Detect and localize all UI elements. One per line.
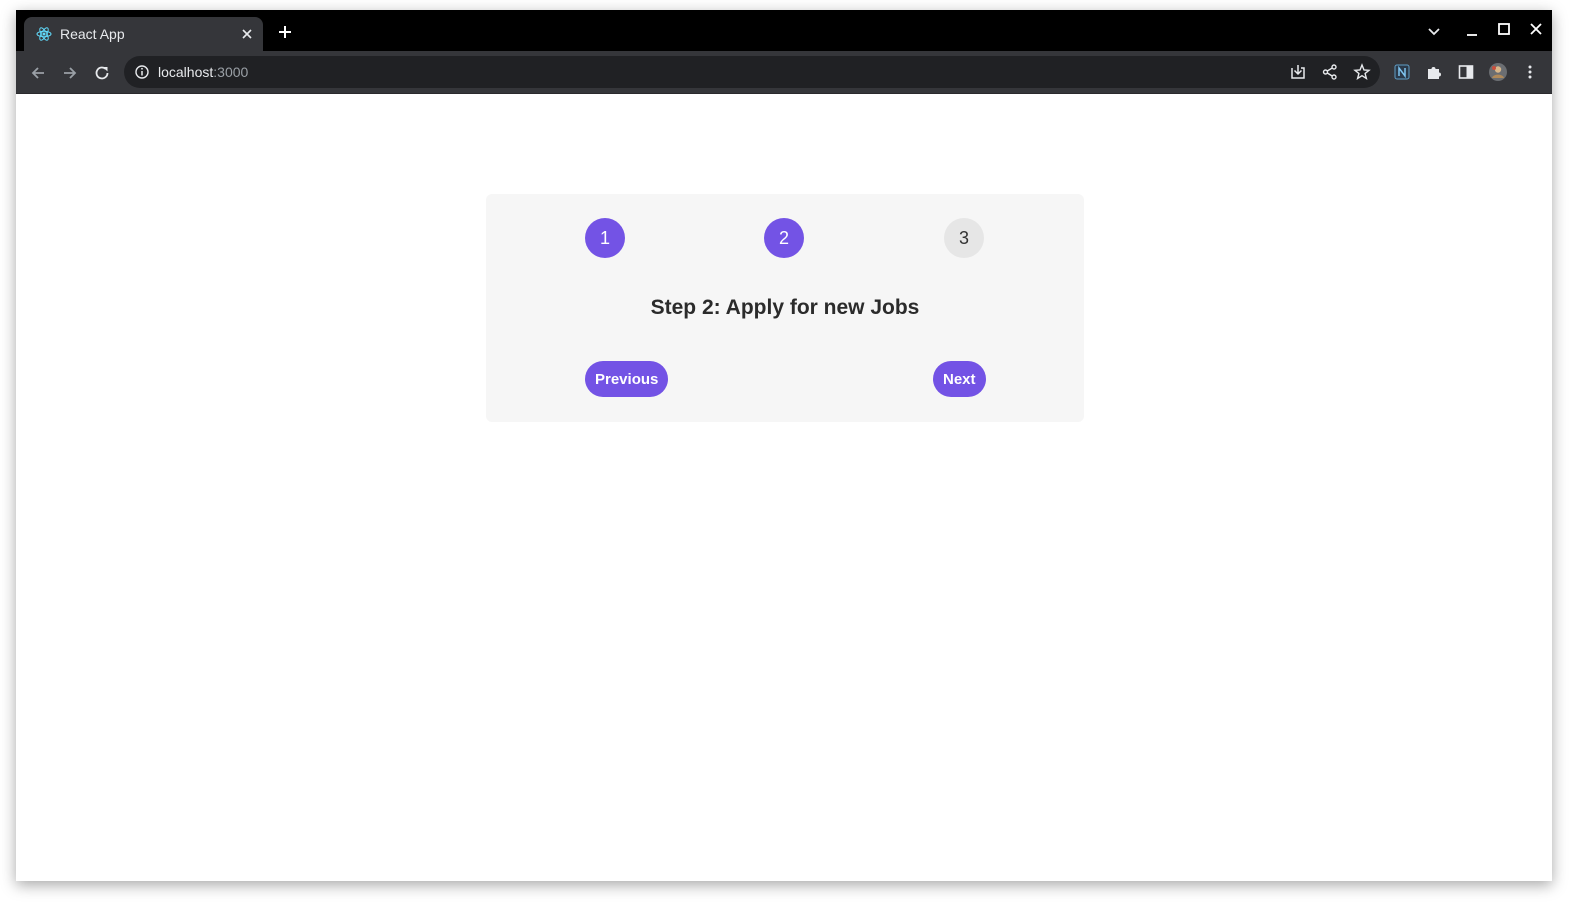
step-indicator-1: 1 — [585, 218, 625, 258]
reload-icon[interactable] — [90, 61, 114, 85]
browser-toolbar: localhost:3000 — [16, 51, 1552, 94]
stepper-card: 1 2 3 Step 2: Apply for new Jobs Previou… — [486, 194, 1084, 422]
plus-icon[interactable] — [275, 22, 295, 42]
react-logo-icon — [36, 26, 52, 42]
page-viewport: 1 2 3 Step 2: Apply for new Jobs Previou… — [16, 94, 1552, 881]
side-panel-icon[interactable] — [1455, 61, 1477, 83]
previous-button[interactable]: Previous — [585, 361, 669, 397]
tab-title: React App — [60, 26, 125, 42]
address-bar[interactable]: localhost:3000 — [124, 56, 1380, 88]
next-button[interactable]: Next — [933, 361, 986, 397]
share-icon[interactable] — [1320, 62, 1340, 82]
star-icon[interactable] — [1352, 62, 1372, 82]
close-window-icon[interactable] — [1526, 19, 1546, 39]
step-indicator-2: 2 — [764, 218, 804, 258]
tab-react-app[interactable]: React App — [24, 17, 263, 51]
install-icon[interactable] — [1288, 62, 1308, 82]
puzzle-icon[interactable] — [1423, 61, 1445, 83]
info-icon[interactable] — [134, 64, 150, 80]
extension-n-icon[interactable] — [1391, 61, 1413, 83]
chevron-down-icon[interactable] — [1424, 21, 1444, 41]
close-icon[interactable] — [239, 26, 255, 42]
arrow-right-icon[interactable] — [58, 61, 82, 85]
kebab-menu-icon[interactable] — [1519, 61, 1541, 83]
url-port: :3000 — [213, 64, 249, 80]
maximize-icon[interactable] — [1494, 19, 1514, 39]
browser-window: React App localhost:3000 1 2 3 Step 2: A… — [16, 10, 1552, 881]
step-indicator-3: 3 — [944, 218, 984, 258]
avatar-icon[interactable] — [1487, 61, 1509, 83]
step-title: Step 2: Apply for new Jobs — [650, 296, 920, 319]
tab-strip: React App — [16, 10, 1552, 51]
url-text: localhost:3000 — [158, 56, 248, 88]
arrow-left-icon[interactable] — [26, 61, 50, 85]
url-host: localhost — [158, 64, 214, 80]
minimize-icon[interactable] — [1462, 21, 1482, 41]
